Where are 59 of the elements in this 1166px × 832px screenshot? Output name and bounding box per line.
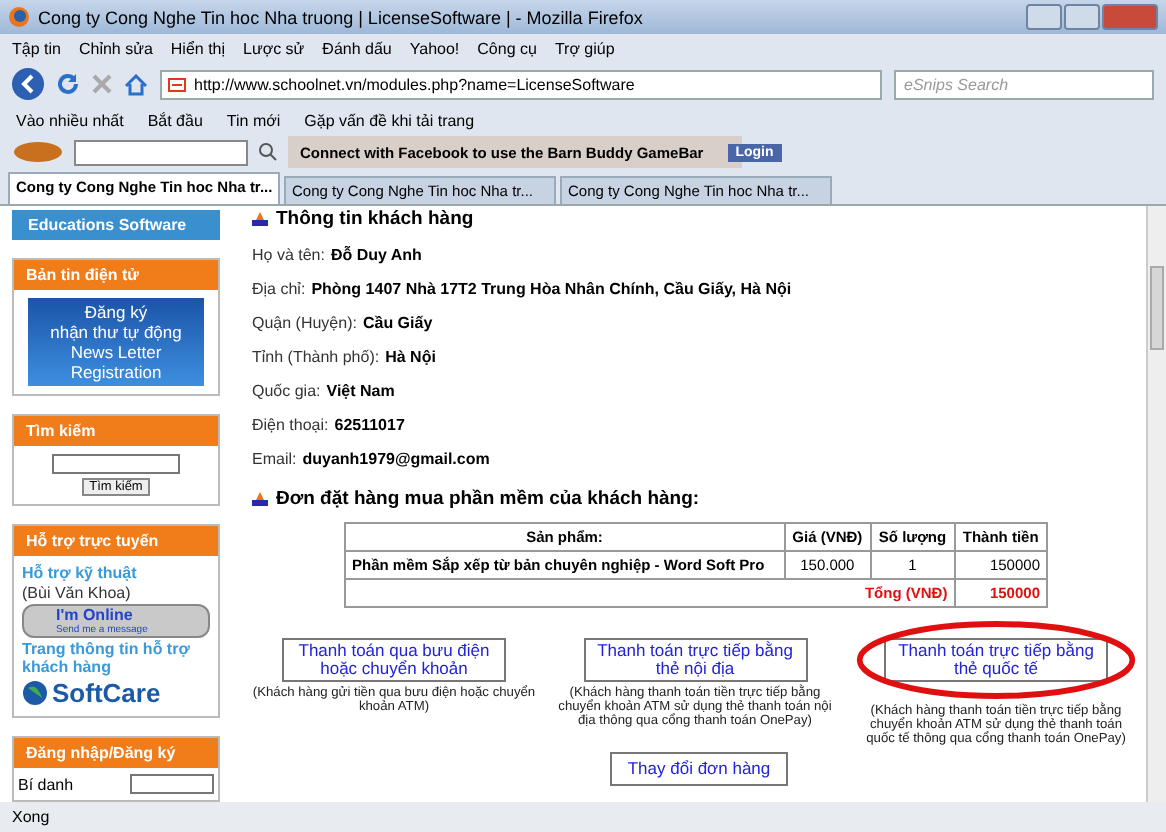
status-text: Xong — [12, 808, 50, 826]
menu-item[interactable]: Yahoo! — [409, 39, 460, 57]
stop-icon[interactable] — [92, 74, 112, 94]
field-value: Hà Nội — [385, 348, 436, 366]
newsletter-banner[interactable]: Đăng ký nhận thư tự động News Letter Registration — [28, 298, 204, 386]
sidebar-header: Bản tin điện tử — [14, 260, 218, 290]
scrollbar[interactable] — [1146, 206, 1166, 802]
contact-name: (Bùi Văn Khoa) — [22, 584, 133, 602]
search-field[interactable] — [52, 454, 180, 474]
bookmark-item[interactable]: Vào nhiều nhất — [16, 111, 124, 129]
menu-item[interactable]: Đánh dấu — [322, 39, 392, 57]
bookmark-item[interactable]: Gặp vấn đề khi tải trang — [304, 111, 475, 129]
sidebar-header: Tìm kiếm — [14, 416, 218, 446]
address-field[interactable]: http://www.schoolnet.vn/modules.php?name=LicenseSoftware — [160, 69, 882, 99]
game-search-field[interactable] — [74, 139, 248, 165]
menu-item[interactable]: Tập tin — [12, 39, 61, 57]
field-value: Đỗ Duy Anh — [330, 246, 422, 264]
field-label: Bí danh — [18, 775, 74, 793]
field-label: Tỉnh (Thành phố): — [252, 348, 380, 366]
menu-item[interactable]: Hiển thị — [170, 39, 226, 57]
sidebar-header: Đăng nhập/Đăng ký — [14, 738, 218, 768]
field-value: 62511017 — [334, 416, 405, 434]
menu-item[interactable]: Chỉnh sửa — [78, 39, 153, 57]
reload-icon[interactable] — [56, 72, 80, 96]
home-icon[interactable] — [124, 73, 148, 95]
field-value: Phòng 1407 Nhà 17T2 Trung Hòa Nhân Chính, Cầu Giấy, Hà Nội — [311, 280, 792, 298]
globe-icon — [22, 680, 48, 706]
section-heading: Đơn đặt hàng mua phần mềm của khách hàng: — [276, 488, 700, 510]
bullet-icon — [252, 211, 268, 227]
field-label: Email: — [252, 450, 297, 468]
window-title: Cong ty Cong Nghe Tin hoc Nha truong | LicenseSoftware | - Mozilla Firefox — [38, 7, 645, 27]
field-label: Địa chỉ: — [252, 280, 306, 298]
maximize-button[interactable] — [1064, 4, 1100, 30]
bookmark-item[interactable]: Tin mới — [226, 111, 281, 129]
section-heading: Thông tin khách hàng — [276, 208, 474, 230]
payment-button[interactable]: Thanh toán trực tiếp bằng thẻ nội địa — [583, 638, 807, 682]
menu-item[interactable]: Trợ giúp — [554, 39, 615, 57]
search-icon[interactable] — [258, 142, 278, 162]
brand-logo: SoftCare — [52, 678, 161, 708]
field-label: Họ và tên: — [252, 246, 325, 264]
bookmark-item[interactable]: Bắt đầu — [147, 111, 203, 129]
field-value: duyanh1979@gmail.com — [302, 450, 490, 468]
field-label: Điện thoại: — [252, 416, 329, 434]
bullet-icon — [252, 491, 268, 507]
payment-button[interactable]: Thanh toán qua bưu điện hoặc chuyển khoản — [282, 638, 506, 682]
menu-item[interactable]: Lược sử — [243, 39, 305, 57]
back-button[interactable] — [12, 68, 44, 100]
firefox-icon — [8, 6, 30, 28]
payment-button[interactable]: Thanh toán trực tiếp bằng thẻ quốc tế — [884, 638, 1108, 682]
site-favicon-icon — [168, 77, 186, 91]
input-field[interactable] — [130, 774, 214, 794]
sidebar-header: Hỗ trợ trực tuyến — [14, 526, 218, 556]
menu-item[interactable]: Công cụ — [477, 39, 537, 57]
field-value: Cầu Giấy — [362, 314, 433, 332]
field-value: Việt Nam — [326, 382, 395, 400]
field-label: Quốc gia: — [252, 382, 321, 400]
change-order-button[interactable]: Thay đổi đơn hàng — [609, 751, 789, 786]
field-label: Quận (Huyện): — [252, 314, 357, 332]
minimize-button[interactable] — [1026, 4, 1062, 30]
